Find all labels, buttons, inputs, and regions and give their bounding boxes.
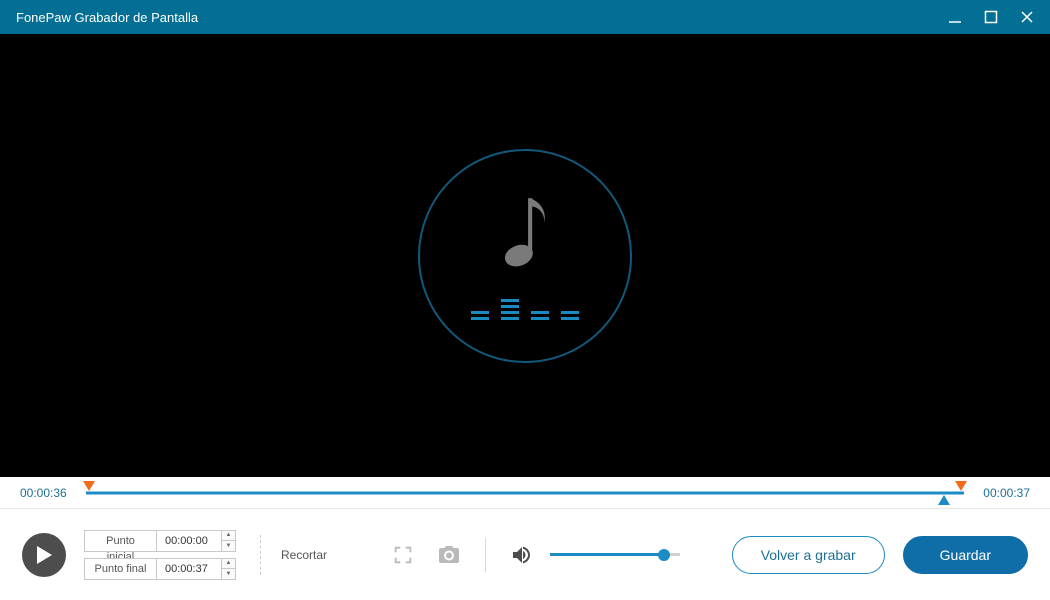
volume-control (508, 541, 680, 569)
play-button[interactable] (22, 533, 66, 577)
minimize-button[interactable] (948, 10, 962, 24)
window-title: FonePaw Grabador de Pantalla (16, 10, 948, 25)
timeline-row: 00:00:36 00:00:37 (0, 477, 1050, 509)
speaker-icon (510, 544, 534, 566)
trim-end-spinner: ▲ ▼ (221, 559, 235, 579)
trim-controls: Punto inicial 00:00:00 ▲ ▼ Punto final 0… (84, 530, 236, 580)
trim-button[interactable]: Recortar (281, 548, 327, 562)
total-time-label: 00:00:37 (974, 486, 1030, 500)
trim-end-input[interactable]: 00:00:37 ▲ ▼ (156, 558, 236, 580)
save-button[interactable]: Guardar (903, 536, 1028, 574)
trim-start-label: Punto inicial (84, 530, 156, 552)
titlebar: FonePaw Grabador de Pantalla (0, 0, 1050, 34)
volume-slider[interactable] (550, 548, 680, 562)
timeline-track[interactable] (86, 483, 964, 503)
trim-start-row: Punto inicial 00:00:00 ▲ ▼ (84, 530, 236, 552)
trim-start-value: 00:00:00 (157, 531, 221, 551)
trim-start-input[interactable]: 00:00:00 ▲ ▼ (156, 530, 236, 552)
trim-start-up[interactable]: ▲ (222, 531, 235, 542)
trim-end-up[interactable]: ▲ (222, 559, 235, 570)
trim-end-down[interactable]: ▼ (222, 569, 235, 579)
volume-thumb[interactable] (658, 549, 670, 561)
separator (260, 535, 261, 575)
volume-button[interactable] (508, 541, 536, 569)
screenshot-button[interactable] (435, 541, 463, 569)
maximize-button[interactable] (984, 10, 998, 24)
music-note-icon (497, 192, 553, 272)
timeline-progress (86, 491, 964, 494)
playhead-marker[interactable] (938, 495, 950, 505)
current-time-label: 00:00:36 (20, 486, 76, 500)
trim-start-down[interactable]: ▼ (222, 541, 235, 551)
audio-placeholder (418, 149, 632, 363)
trim-end-row: Punto final 00:00:37 ▲ ▼ (84, 558, 236, 580)
trim-start-marker[interactable] (83, 481, 95, 491)
equalizer-icon (471, 298, 579, 320)
trim-end-label: Punto final (84, 558, 156, 580)
re-record-button[interactable]: Volver a grabar (732, 536, 885, 574)
fullscreen-button[interactable] (389, 541, 417, 569)
expand-icon (392, 544, 414, 566)
camera-icon (437, 544, 461, 566)
controls-row: Punto inicial 00:00:00 ▲ ▼ Punto final 0… (0, 509, 1050, 600)
close-button[interactable] (1020, 10, 1034, 24)
separator (485, 538, 486, 572)
window-controls (948, 10, 1040, 24)
trim-start-spinner: ▲ ▼ (221, 531, 235, 551)
volume-fill (550, 553, 664, 556)
trim-end-value: 00:00:37 (157, 559, 221, 579)
play-icon (35, 545, 53, 565)
preview-area (0, 34, 1050, 477)
trim-end-marker[interactable] (955, 481, 967, 491)
